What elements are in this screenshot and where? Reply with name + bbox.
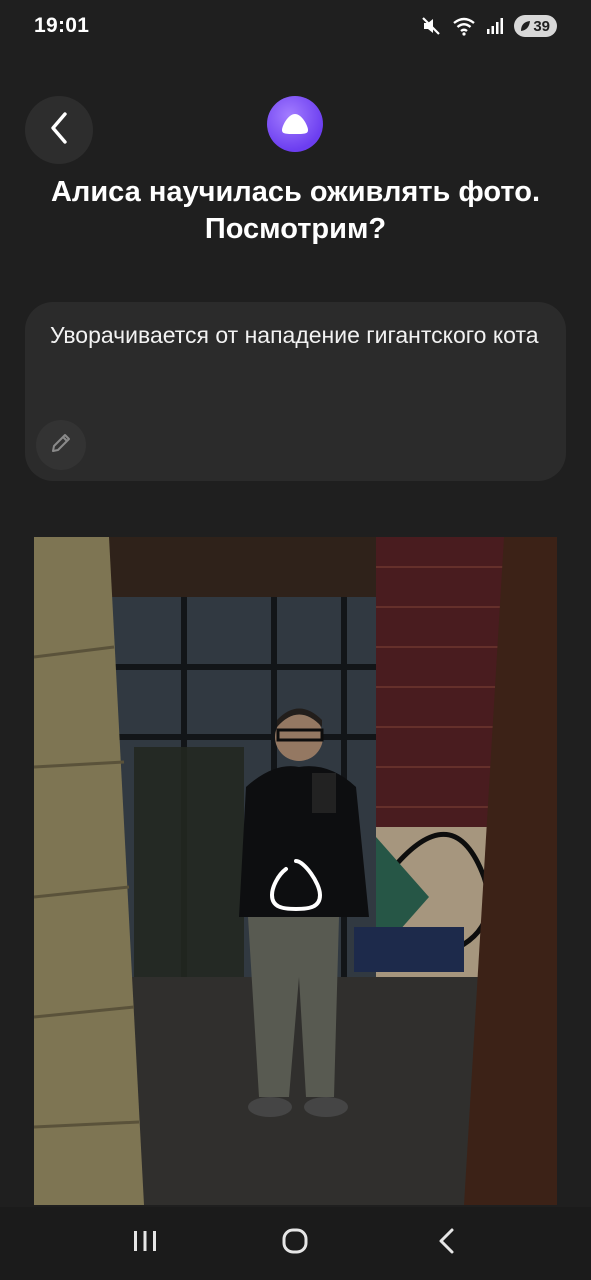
nav-back-button[interactable] xyxy=(416,1214,476,1274)
recent-apps-icon xyxy=(132,1229,158,1258)
battery-indicator: 39 xyxy=(514,15,557,37)
mute-icon xyxy=(420,15,442,37)
wifi-icon xyxy=(452,16,476,36)
photo-preview[interactable] xyxy=(34,537,557,1205)
edit-prompt-button[interactable] xyxy=(36,420,86,470)
back-icon xyxy=(437,1227,455,1260)
recent-apps-button[interactable] xyxy=(115,1214,175,1274)
chevron-left-icon xyxy=(48,111,70,150)
alice-loading-icon xyxy=(264,855,328,919)
home-icon xyxy=(281,1227,309,1260)
back-button[interactable] xyxy=(25,96,93,164)
battery-icon xyxy=(519,19,531,33)
pencil-icon xyxy=(49,431,73,460)
home-button[interactable] xyxy=(265,1214,325,1274)
system-nav-bar xyxy=(0,1207,591,1280)
battery-level: 39 xyxy=(533,17,550,35)
status-icons: 39 xyxy=(420,15,557,37)
page-title: Алиса научилась оживлять фото. Посмотрим… xyxy=(50,176,541,245)
signal-icon xyxy=(486,17,504,35)
status-bar: 19:01 39 xyxy=(0,0,591,52)
prompt-text: Уворачивается от нападение гигантского к… xyxy=(50,322,539,348)
alice-logo-icon xyxy=(282,114,308,134)
screen: 19:01 39 Алиса научилась оживлять фото. … xyxy=(0,0,591,1280)
alice-logo xyxy=(267,96,323,152)
status-time: 19:01 xyxy=(34,14,90,37)
prompt-card[interactable]: Уворачивается от нападение гигантского к… xyxy=(25,302,566,481)
